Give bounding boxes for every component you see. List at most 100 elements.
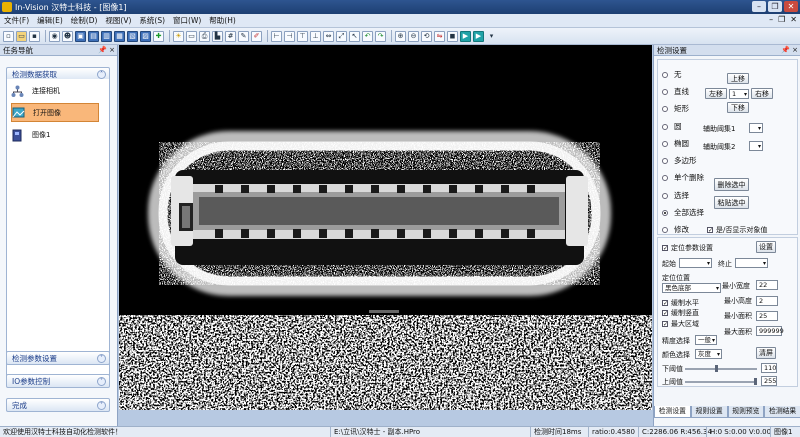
radio-rectangle[interactable]: 矩形 [662, 103, 689, 114]
chevron-down-icon[interactable]: ˅ [97, 377, 106, 386]
arrow-icon[interactable]: ↖ [349, 30, 360, 42]
tab-rule-settings[interactable]: 规则设置 [690, 406, 728, 418]
align-top-icon[interactable]: ⊤ [297, 30, 308, 42]
radio-single-delete[interactable]: 单个删除 [662, 172, 704, 183]
edit-icon[interactable]: ✎ [238, 30, 249, 42]
move-up-button[interactable]: 上移 [727, 73, 749, 84]
menu-help[interactable]: 帮助(H) [205, 15, 240, 26]
setup-button[interactable]: 设置 [756, 241, 776, 253]
clear-screen-button[interactable]: 清屏 [756, 347, 776, 359]
zoom-in-icon[interactable]: ⊕ [395, 30, 406, 42]
flip-icon[interactable]: ⇋ [434, 30, 445, 42]
menu-file[interactable]: 文件(F) [0, 15, 33, 26]
layout-1-icon[interactable]: ▣ [75, 30, 86, 42]
move-right-button[interactable]: 右移 [751, 88, 773, 99]
paint-icon[interactable]: ✐ [251, 30, 262, 42]
fit-icon[interactable]: ⤢ [336, 30, 347, 42]
new-file-icon[interactable]: ▫ [3, 30, 14, 42]
radio-select[interactable]: 选择 [662, 190, 689, 201]
image-viewer[interactable] [119, 45, 652, 410]
menu-draw[interactable]: 绘制(D) [67, 15, 102, 26]
section-param-settings[interactable]: 检测参数设置 ˅ [6, 351, 110, 365]
slider-thumb[interactable] [714, 365, 718, 372]
precision-select[interactable]: 一般 ▾ [695, 335, 717, 345]
record-icon[interactable]: ▶ [473, 30, 484, 42]
radio-line[interactable]: 直线 [662, 86, 689, 97]
chevron-up-icon[interactable]: ˄ [97, 70, 106, 79]
min-area-field[interactable]: 25 [756, 311, 778, 321]
move-left-button[interactable]: 左移 [705, 88, 727, 99]
radio-ellipse[interactable]: 椭圆 [662, 138, 689, 149]
nav-image-1[interactable]: 图像1 [11, 127, 50, 143]
strong-vertical-checkbox[interactable]: ✓ 缓制竖直 [662, 308, 699, 318]
play-icon[interactable]: ▶ [460, 30, 471, 42]
layout-4-icon[interactable]: ▦ [114, 30, 125, 42]
show-object-checkbox[interactable]: ✓ 是/否显示对象值 [707, 225, 767, 235]
align-left-icon[interactable]: ⊢ [271, 30, 282, 42]
layout-3-icon[interactable]: ▥ [101, 30, 112, 42]
close-button[interactable]: ✕ [784, 1, 798, 12]
slider-thumb[interactable] [754, 378, 757, 385]
minimize-button[interactable]: – [752, 1, 766, 12]
stop-icon[interactable]: ◼ [447, 30, 458, 42]
radio-select-all[interactable]: 全部选择 [662, 207, 704, 218]
resize-icon[interactable]: ⇔ [323, 30, 334, 42]
tab-detection-results[interactable]: 检测结果 [764, 406, 800, 418]
max-area-field[interactable]: 999999 [756, 326, 784, 336]
tab-detection-settings[interactable]: 检测设置 [654, 406, 691, 418]
min-width-field[interactable]: 22 [756, 280, 778, 290]
crosshair-icon[interactable]: ✚ [153, 30, 164, 42]
chevron-down-icon[interactable]: ˅ [97, 354, 106, 363]
pin-close-icon[interactable]: 📌 × [781, 45, 798, 56]
delete-selected-button[interactable]: 删除选中 [714, 178, 749, 191]
undo-icon[interactable]: ↶ [362, 30, 373, 42]
menu-system[interactable]: 系统(S) [135, 15, 169, 26]
camera-icon[interactable]: ◉ [49, 30, 60, 42]
layout-2-icon[interactable]: ▤ [88, 30, 99, 42]
aux-set-2-select[interactable]: ▾ [749, 141, 763, 151]
locate-params-checkbox[interactable]: ✓ 定位参数设置 [662, 243, 713, 253]
menu-edit[interactable]: 编辑(E) [33, 15, 67, 26]
redo-icon[interactable]: ↷ [375, 30, 386, 42]
align-right-icon[interactable]: ⊣ [284, 30, 295, 42]
doc-restore-button[interactable]: ❐ [778, 15, 785, 24]
end-select[interactable]: ▾ [735, 258, 768, 268]
nav-open-image[interactable]: 打开图像 [11, 103, 99, 122]
bulb-icon[interactable]: ☀ [173, 30, 184, 42]
lower-threshold-slider[interactable] [685, 365, 757, 372]
nav-connect-camera[interactable]: 连接相机 [11, 83, 60, 99]
position-select[interactable]: 黑色底部 ▾ [662, 283, 721, 293]
tab-rule-preview[interactable]: 规则预览 [727, 406, 765, 418]
section-complete[interactable]: 完成 ˅ [6, 398, 110, 412]
restore-button[interactable]: ❐ [768, 1, 782, 12]
move-step-select[interactable]: 1 ▾ [729, 89, 749, 99]
layout-6-icon[interactable]: ▨ [140, 30, 151, 42]
pin-close-icon[interactable]: 📌 × [98, 45, 115, 56]
align-bottom-icon[interactable]: ⊥ [310, 30, 321, 42]
menu-view[interactable]: 视图(V) [101, 15, 135, 26]
start-select[interactable]: ▾ [679, 258, 712, 268]
user-icon[interactable]: ☻ [62, 30, 73, 42]
printer-icon[interactable]: ⎙ [199, 30, 210, 42]
max-region-checkbox[interactable]: ✓ 最大区域 [662, 319, 699, 329]
upper-threshold-slider[interactable] [685, 378, 757, 385]
upper-threshold-field[interactable]: 255 [761, 376, 777, 386]
color-select[interactable]: 灰度 ▾ [695, 349, 722, 359]
grid-icon[interactable]: # [225, 30, 236, 42]
reset-icon[interactable]: ⟲ [421, 30, 432, 42]
section-io-control[interactable]: IO参数控制 ˅ [6, 374, 110, 388]
aux-set-1-select[interactable]: ▾ [749, 123, 763, 133]
strong-horizontal-checkbox[interactable]: ✓ 缓制水平 [662, 298, 699, 308]
radio-polygon[interactable]: 多边形 [662, 155, 697, 166]
display-icon[interactable]: ▭ [186, 30, 197, 42]
radio-circle[interactable]: 圆 [662, 121, 682, 132]
dropdown-icon[interactable]: ▾ [486, 31, 497, 42]
doc-minimize-button[interactable]: – [769, 15, 773, 24]
save-icon[interactable]: ▪ [29, 30, 40, 42]
chart-icon[interactable]: ▙ [212, 30, 223, 42]
lower-threshold-field[interactable]: 110 [761, 363, 777, 373]
layout-5-icon[interactable]: ▧ [127, 30, 138, 42]
open-folder-icon[interactable]: ▭ [16, 30, 27, 42]
chevron-down-icon[interactable]: ˅ [97, 401, 106, 410]
menu-window[interactable]: 窗口(W) [169, 15, 205, 26]
